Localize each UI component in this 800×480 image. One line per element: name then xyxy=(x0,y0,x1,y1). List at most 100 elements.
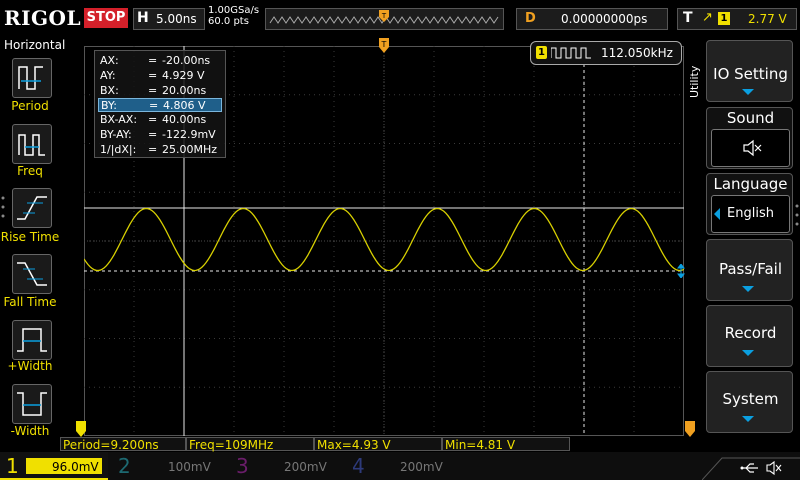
sample-rate: 1.00GSa/s xyxy=(208,5,260,16)
cursor-row-name: AX: xyxy=(100,54,119,67)
ch1-tab[interactable]: 1 96.0mV xyxy=(0,452,108,480)
period-icon xyxy=(18,66,43,90)
cursor-row-name: BX-AX: xyxy=(100,113,138,127)
panel-title: Horizontal xyxy=(4,38,66,52)
rise-time-button[interactable] xyxy=(12,188,52,228)
ch3-tab[interactable]: 3 200mV xyxy=(228,452,336,480)
measure-max[interactable]: Max=4.93 V xyxy=(314,437,442,452)
ch3-scale: 200mV xyxy=(284,460,327,474)
timebase-box[interactable]: H 5.00ns xyxy=(133,8,205,30)
fall-time-button[interactable] xyxy=(12,254,52,294)
trigger-source-badge: 1 xyxy=(718,12,730,25)
measure-period[interactable]: Period=9.200ns xyxy=(60,437,186,452)
fall-time-icon xyxy=(17,262,47,286)
record-label: Record xyxy=(724,324,777,342)
chevron-down-icon xyxy=(742,350,754,356)
cursor-by-handle-icon[interactable] xyxy=(677,264,685,278)
cursor-row-equals: = xyxy=(148,113,158,127)
cursor-row-value: 20.00ns xyxy=(162,83,207,97)
menu-side-label: Utility xyxy=(688,65,701,98)
cursor-row-equals: = xyxy=(148,128,158,141)
counter-value: 112.050kHz xyxy=(601,46,673,60)
trigger-label: T xyxy=(683,10,693,26)
rise-time-icon xyxy=(17,196,47,220)
chevron-down-icon xyxy=(742,286,754,292)
trigger-position-icon[interactable]: T xyxy=(378,38,390,54)
fall-time-label: Fall Time xyxy=(3,295,57,309)
measure-min[interactable]: Min=4.81 V xyxy=(442,437,570,452)
left-page-indicator xyxy=(1,196,5,218)
frequency-counter[interactable]: 1 112.050kHz xyxy=(530,41,682,65)
negative-width-label: -Width xyxy=(10,424,50,438)
pass-fail-button[interactable]: Pass/Fail xyxy=(706,239,793,301)
status-icons xyxy=(702,457,800,480)
utility-menu: IO Setting Sound Language English Pass/F… xyxy=(706,40,793,450)
positive-width-icon xyxy=(17,328,47,352)
freq-icon xyxy=(18,134,45,156)
run-stop-indicator[interactable]: STOP xyxy=(84,8,128,28)
menu-page-indicator xyxy=(795,204,799,226)
ch1-number: 1 xyxy=(6,454,19,478)
period-button[interactable] xyxy=(12,58,52,98)
pass-fail-label: Pass/Fail xyxy=(718,260,783,278)
cursor-readout-row: BY: = 4.806 V xyxy=(98,98,222,113)
ch2-tab[interactable]: 2 100mV xyxy=(112,452,220,480)
cursor-row-equals: = xyxy=(148,68,158,82)
cursor-readout-row: AY: = 4.929 V xyxy=(98,69,222,83)
timebase-value: 5.00ns xyxy=(156,12,197,26)
chevron-down-icon xyxy=(742,89,754,95)
sound-label: Sound xyxy=(726,109,775,127)
sound-value-box xyxy=(711,129,790,167)
cursor-row-value: -20.00ns xyxy=(162,54,211,67)
waveform-overview-bar[interactable]: T xyxy=(265,8,504,30)
cursor-readout-row: BX-AX: = 40.00ns xyxy=(98,113,222,127)
trigger-level-marker[interactable] xyxy=(685,421,695,437)
brand-logo: RIGOL xyxy=(4,6,82,30)
svg-text:T: T xyxy=(381,40,387,49)
memory-depth: 60.0 pts xyxy=(208,16,249,27)
counter-channel-badge: 1 xyxy=(536,46,547,59)
measure-freq[interactable]: Freq=109MHz xyxy=(186,437,314,452)
period-label: Period xyxy=(11,99,49,113)
ch4-tab[interactable]: 4 200mV xyxy=(344,452,452,480)
sound-button[interactable]: Sound xyxy=(706,107,793,169)
acquisition-info: 1.00GSa/s 60.0 pts xyxy=(208,5,259,27)
cursor-row-name: BY-AY: xyxy=(100,128,132,141)
language-button[interactable]: Language English xyxy=(706,173,793,235)
delay-value: 0.00000000ps xyxy=(561,12,648,26)
ch3-number: 3 xyxy=(236,454,249,478)
ch1-offset-marker[interactable] xyxy=(76,421,86,437)
cursor-row-equals: = xyxy=(148,83,158,97)
ch2-number: 2 xyxy=(118,454,131,478)
language-label: Language xyxy=(713,175,788,193)
trigger-box[interactable]: T ↗ 1 2.77 V xyxy=(677,8,797,30)
cursor-readout-row: BY-AY: = -122.9mV xyxy=(98,128,222,142)
trigger-level-value: 2.77 V xyxy=(748,12,787,26)
positive-width-label: +Width xyxy=(7,359,53,373)
cursor-row-equals: = xyxy=(149,99,159,113)
freq-button[interactable] xyxy=(12,124,52,164)
negative-width-icon xyxy=(17,392,47,416)
delay-box[interactable]: D 0.00000000ps xyxy=(516,8,668,30)
cursor-row-value: 4.806 V xyxy=(163,99,206,113)
rising-edge-icon: ↗ xyxy=(702,10,713,25)
speaker-muted-icon xyxy=(743,139,762,157)
cursor-readout-row: BX: = 20.00ns xyxy=(98,84,222,98)
system-button[interactable]: System xyxy=(706,371,793,433)
cursor-row-value: 4.929 V xyxy=(162,68,205,82)
positive-width-button[interactable] xyxy=(12,320,52,360)
language-value-box: English xyxy=(711,195,790,233)
cursor-row-name: 1/|dX|: xyxy=(100,142,137,156)
usb-icon xyxy=(740,463,758,473)
speaker-muted-status-icon xyxy=(766,460,782,476)
io-setting-button[interactable]: IO Setting xyxy=(706,40,793,102)
ch4-scale: 200mV xyxy=(400,460,443,474)
cursor-readout-row: 1/|dX|: = 25.00MHz xyxy=(98,143,222,157)
cursor-row-value: 25.00MHz xyxy=(162,142,218,156)
negative-width-button[interactable] xyxy=(12,384,52,424)
record-button[interactable]: Record xyxy=(706,305,793,367)
cursor-readout-panel: AX: = -20.00ns AY: = 4.929 V BX: = 20.00ns BY: = 4.… xyxy=(94,50,226,158)
cursor-row-equals: = xyxy=(148,142,158,156)
top-status-bar: RIGOL STOP H 5.00ns 1.00GSa/s 60.0 pts T… xyxy=(0,0,800,36)
freq-label: Freq xyxy=(17,164,43,178)
